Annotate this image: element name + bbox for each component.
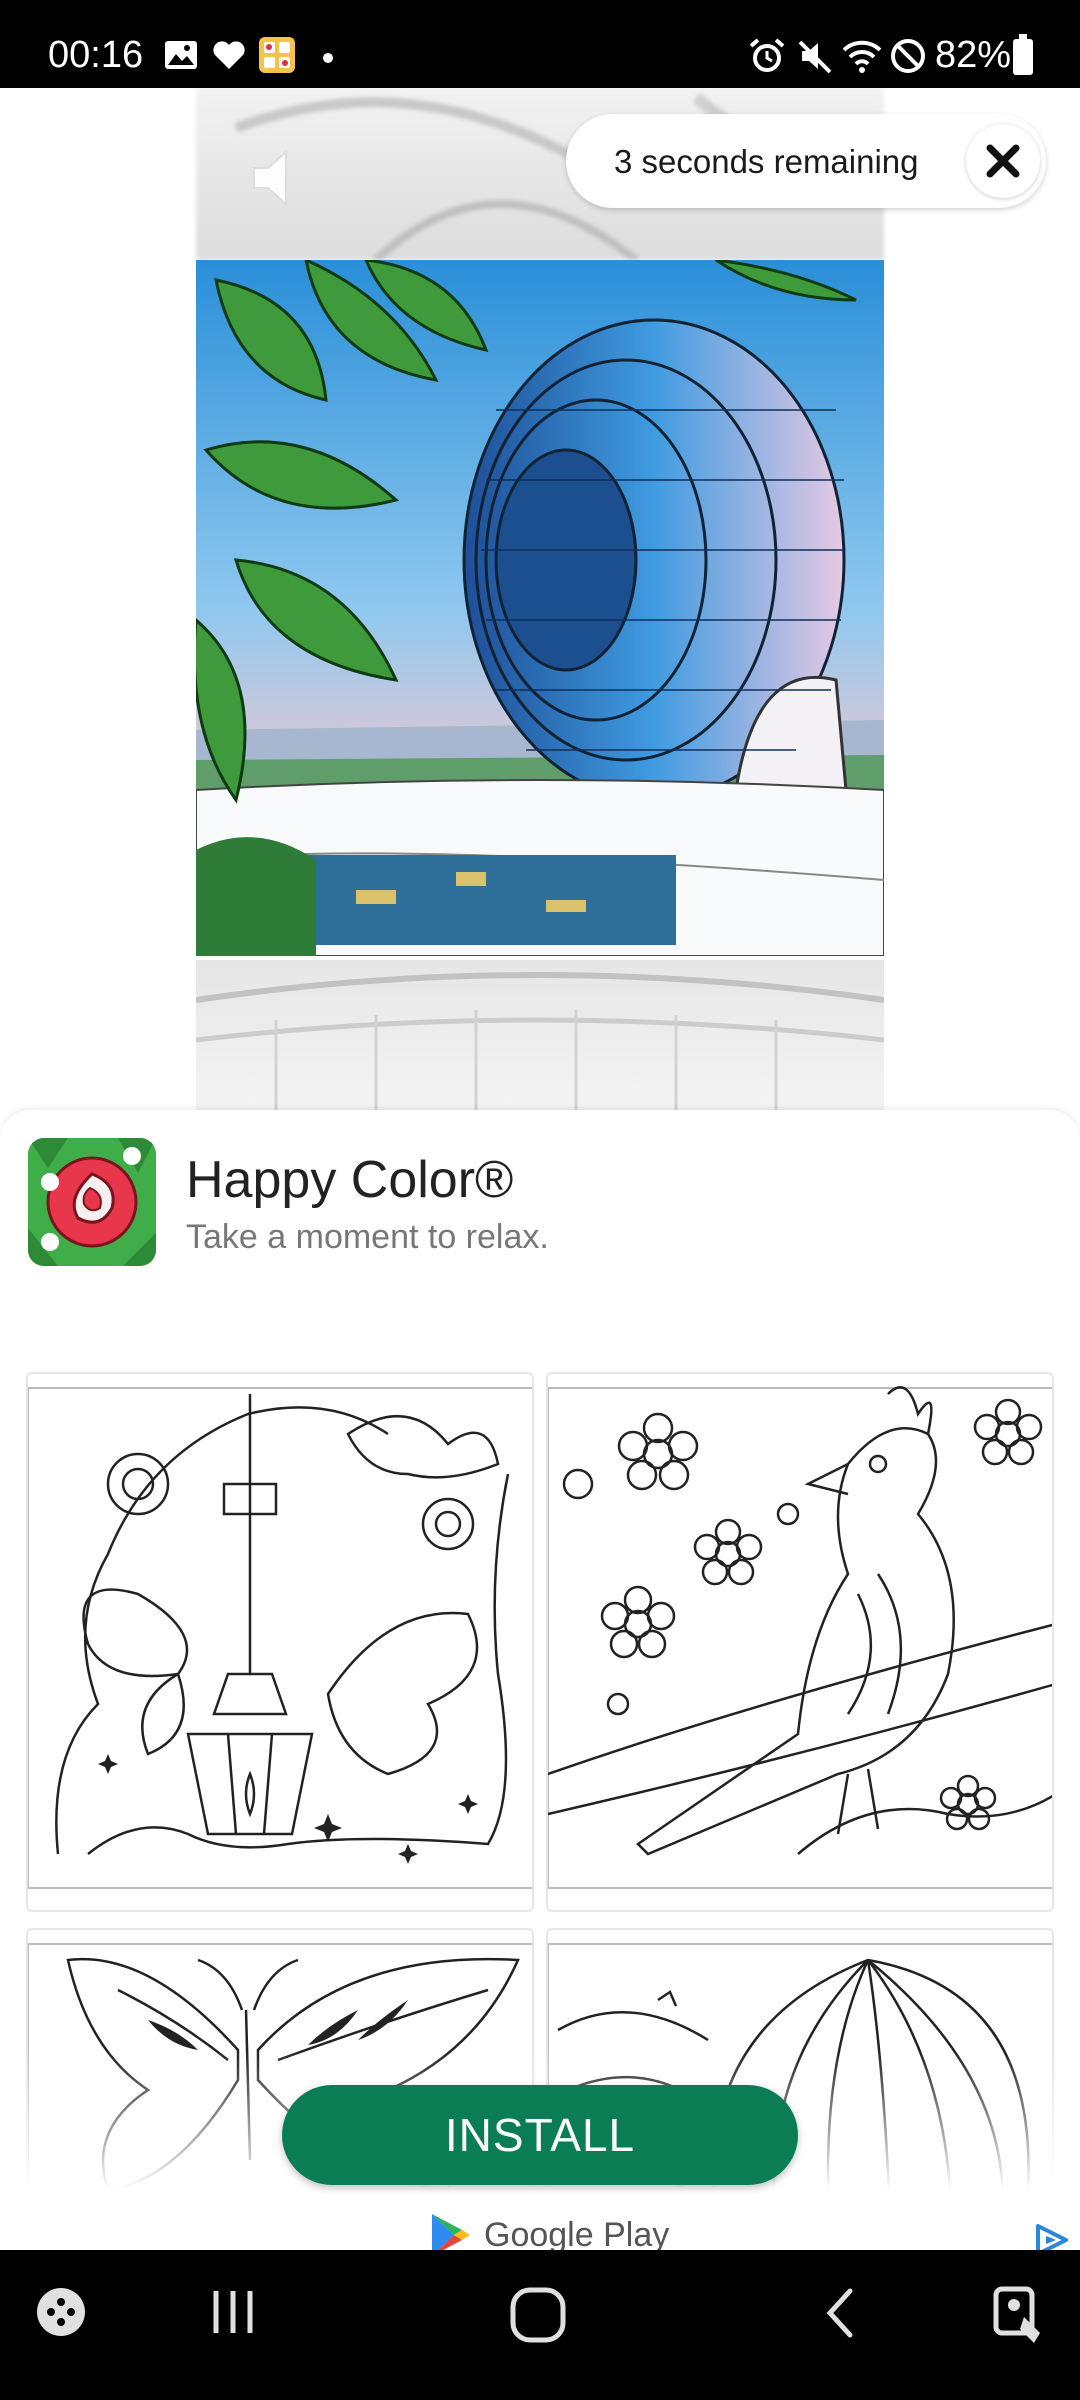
ad-timer-text: 3 seconds remaining: [614, 143, 919, 180]
game-launcher-icon[interactable]: [34, 2285, 88, 2339]
building-artwork: [196, 260, 884, 956]
ad-video-region[interactable]: 3 seconds remaining: [0, 88, 1080, 1110]
gallery-tile[interactable]: [546, 1372, 1054, 1912]
alarm-icon: [749, 38, 785, 72]
status-time: 00:16: [48, 34, 144, 76]
close-icon[interactable]: [966, 124, 1040, 198]
battery-icon: [1013, 34, 1033, 75]
game-icon: [259, 37, 295, 73]
gallery-icon: [165, 41, 197, 69]
navigation-bar: [0, 2250, 1080, 2400]
close-button[interactable]: [966, 124, 1040, 198]
ad-timer-pill: 3 seconds remaining: [566, 114, 1046, 208]
mute-icon: [798, 40, 832, 74]
battery-percent: 82%: [935, 34, 1012, 76]
back-icon[interactable]: [820, 2285, 860, 2341]
lantern-butterflies-artwork: [28, 1387, 532, 1889]
adchoices-icon[interactable]: [1034, 2222, 1070, 2250]
home-icon[interactable]: [508, 2285, 568, 2345]
blurred-artwork-bottom: [196, 960, 884, 1110]
status-bar: 00:16 82%: [0, 0, 1080, 88]
gallery-tile[interactable]: [26, 1372, 534, 1912]
bird-blossoms-artwork: [548, 1386, 1052, 1889]
speaker-icon[interactable]: [248, 148, 318, 208]
google-play-badge: Google Play: [428, 2212, 669, 2250]
install-button[interactable]: INSTALL: [282, 2085, 798, 2185]
app-tagline: Take a moment to relax.: [186, 1218, 549, 1256]
dnd-icon: [891, 39, 925, 73]
ad-container: 3 seconds remaining Happy Color® Take a …: [0, 88, 1080, 2250]
google-play-label: Google Play: [484, 2216, 670, 2250]
wifi-icon: [842, 40, 882, 73]
app-info-panel[interactable]: Happy Color® Take a moment to relax. INS…: [0, 1110, 1080, 2250]
accessibility-icon[interactable]: [990, 2285, 1050, 2345]
ad-video-frame: [196, 260, 884, 956]
recents-icon[interactable]: [206, 2285, 260, 2339]
app-name[interactable]: Happy Color®: [186, 1150, 513, 1210]
google-play-icon: [432, 2214, 470, 2250]
heart-icon: [213, 41, 245, 69]
app-icon[interactable]: [28, 1138, 156, 1266]
dot-icon: [323, 53, 333, 63]
